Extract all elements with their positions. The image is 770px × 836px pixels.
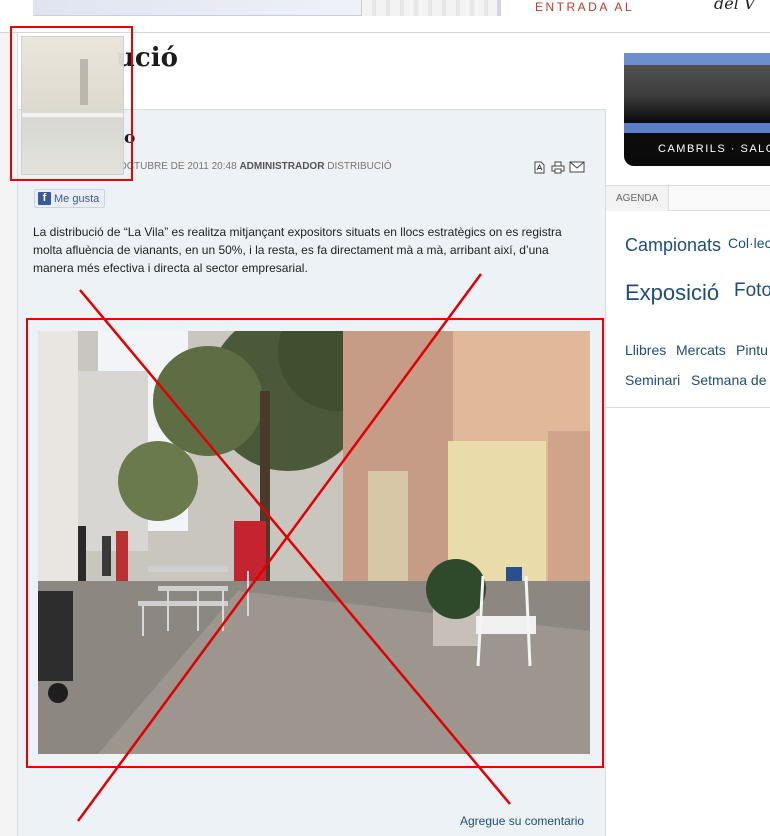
banner-text: CAMBRILS · SALO: [658, 143, 770, 155]
entrada-label: ENTRADA AL: [535, 0, 635, 14]
thumbnail-detail: [80, 59, 88, 105]
sidebar-divider: [606, 407, 770, 408]
tag-foto[interactable]: Foto: [734, 280, 770, 302]
tag-setmana[interactable]: Setmana de: [691, 372, 767, 388]
tag-collec[interactable]: Col·lec: [728, 235, 770, 251]
facebook-icon: f: [38, 192, 51, 205]
facebook-like-button[interactable]: f Me gusta: [34, 189, 106, 208]
sidebar-banner[interactable]: CAMBRILS · SALO: [624, 53, 770, 166]
sidebar: CAMBRILS · SALO AGENDA Campionats Col·le…: [606, 33, 770, 836]
banner-top-bar: [624, 53, 770, 65]
sidebar-tabs: AGENDA: [606, 185, 770, 211]
thumbnail-frame: [10, 26, 133, 181]
tag-llibres[interactable]: Llibres: [625, 342, 666, 358]
article-actions: [531, 160, 585, 174]
article-meta: OCTUBRE DE 2011 20:48 ADMINISTRADOR DIST…: [119, 161, 392, 172]
tag-campionats[interactable]: Campionats: [625, 235, 721, 256]
pdf-icon[interactable]: [531, 160, 547, 174]
tag-pintu[interactable]: Pintu: [736, 342, 768, 358]
top-banner-image[interactable]: [33, 0, 501, 16]
street-photo[interactable]: [38, 331, 590, 754]
tag-seminari[interactable]: Seminari: [625, 372, 680, 388]
tag-cloud: Campionats Col·lec Exposició Foto Llibre…: [625, 229, 770, 419]
tag-mercats[interactable]: Mercats: [676, 342, 726, 358]
tag-exposicio[interactable]: Exposició: [625, 280, 719, 306]
email-icon[interactable]: [569, 160, 585, 174]
top-banner-thumbnail: [361, 0, 497, 16]
entrada-logo[interactable]: del V: [714, 0, 755, 13]
thumbnail-image[interactable]: [21, 36, 124, 175]
article-date: OCTUBRE DE 2011 20:48: [119, 161, 237, 172]
tab-agenda[interactable]: AGENDA: [606, 186, 670, 211]
article-category[interactable]: DISTRIBUCIÓ: [327, 161, 391, 172]
article-photo-frame: [26, 318, 604, 768]
like-label: Me gusta: [54, 192, 100, 205]
article-author[interactable]: ADMINISTRADOR: [239, 161, 324, 172]
print-icon[interactable]: [550, 160, 566, 174]
article-body: La distribució de “La Vila” es realitza …: [33, 225, 562, 275]
banner-stripe: [624, 123, 770, 133]
add-comment-link[interactable]: Agregue su comentario: [460, 814, 584, 828]
